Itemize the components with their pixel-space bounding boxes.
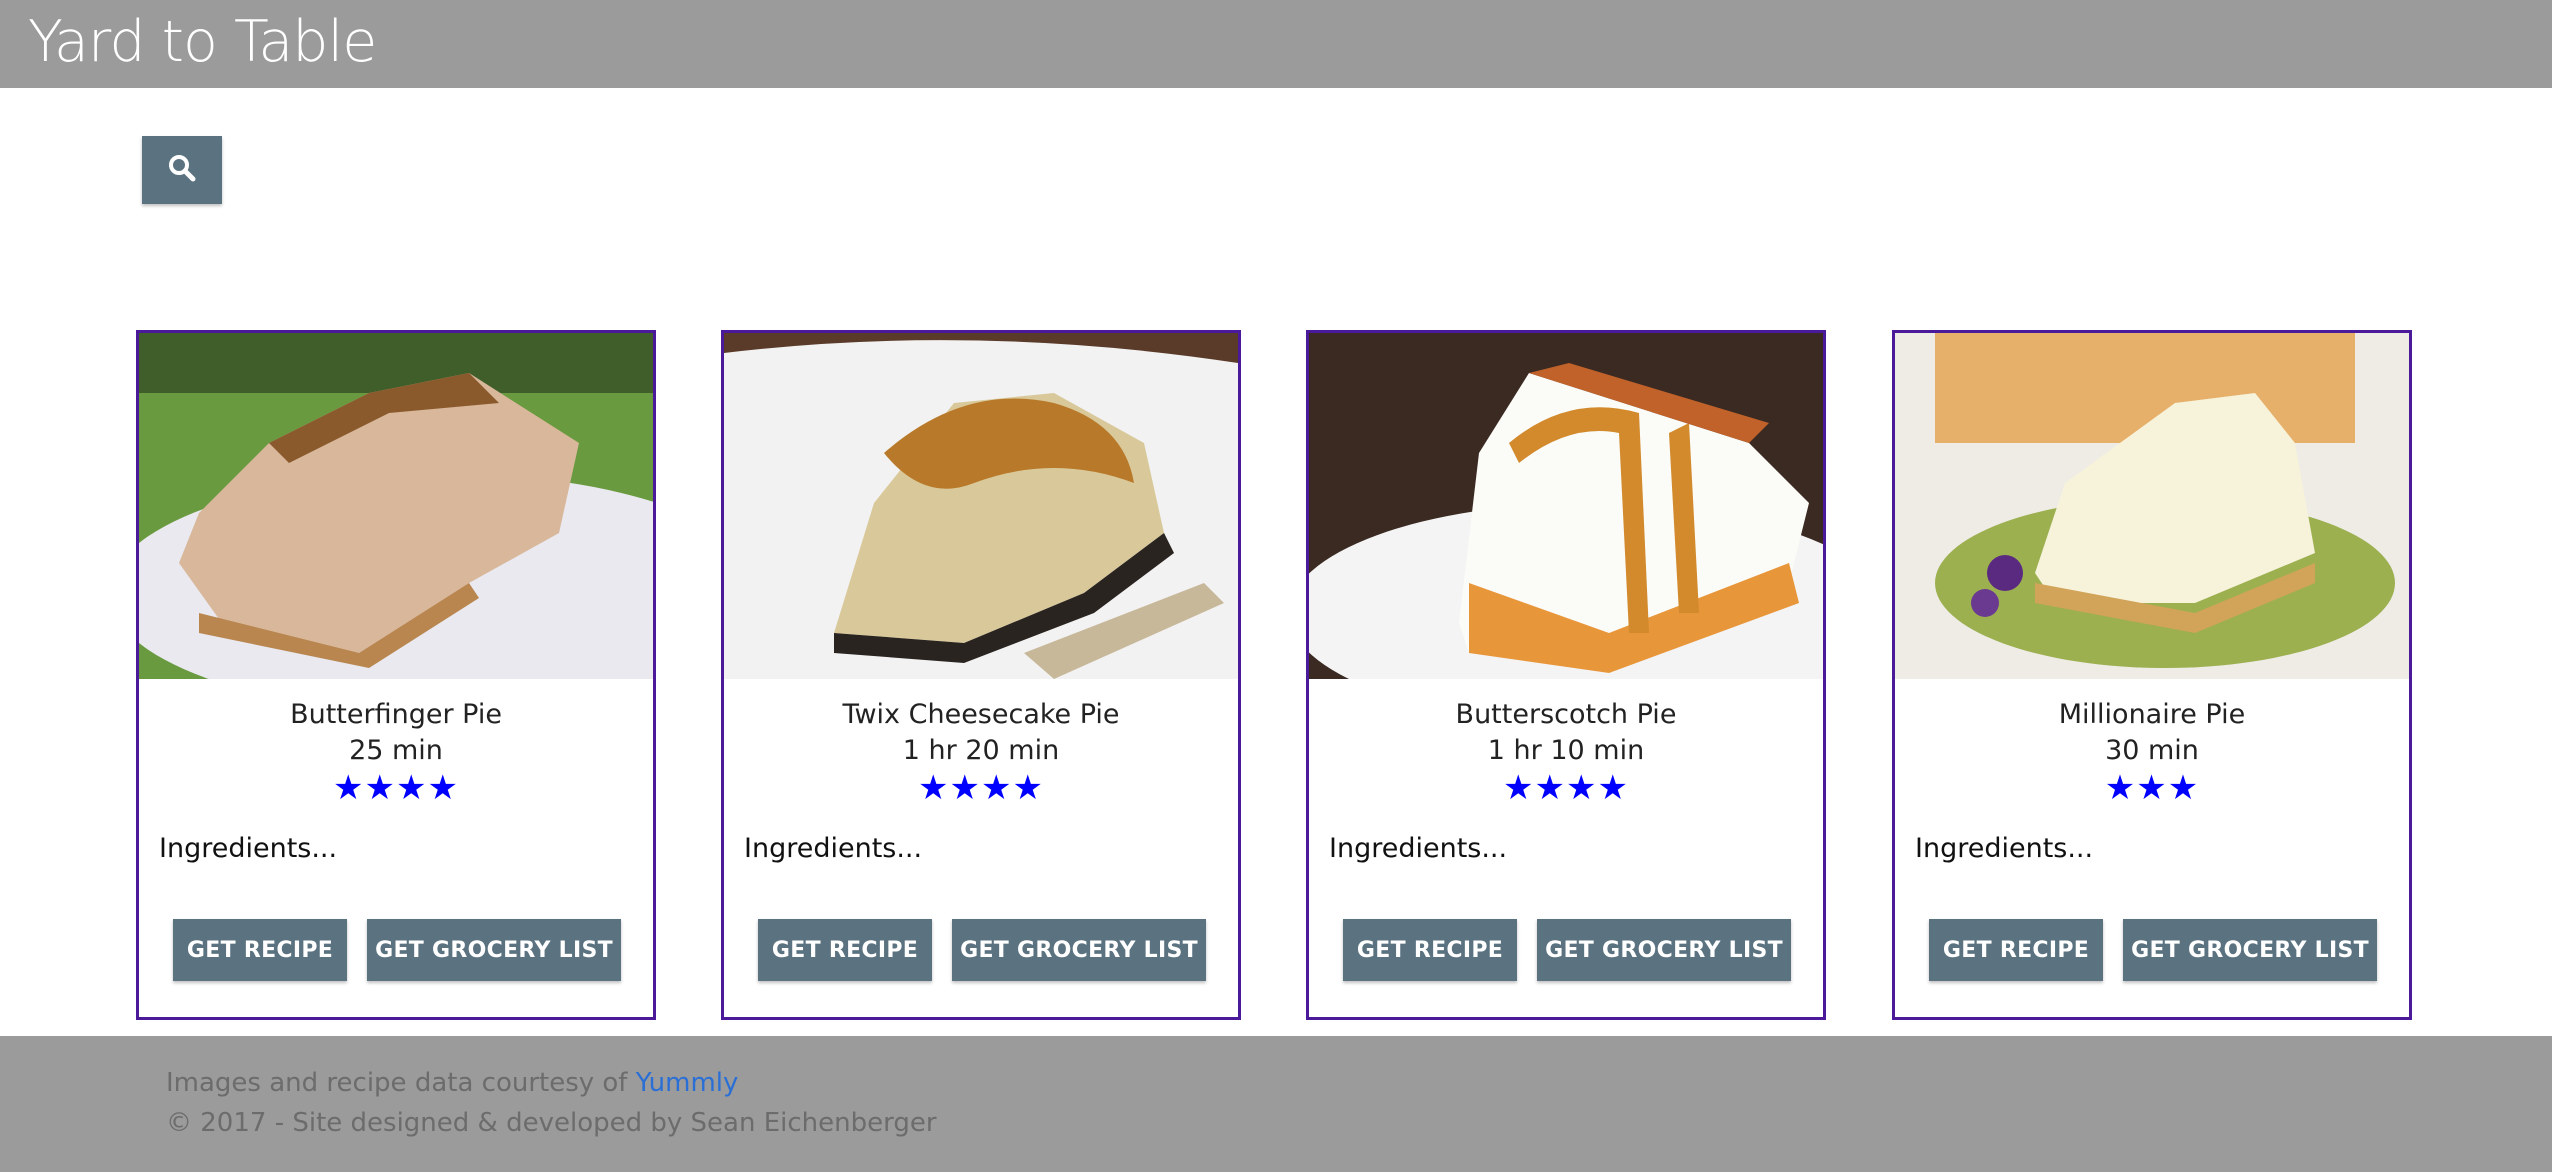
rating-stars: ★★★★ [1503, 769, 1629, 807]
ingredients-text: Ingredients... [1915, 833, 2094, 864]
get-grocery-list-button[interactable]: GET GROCERY LIST [2123, 919, 2377, 981]
ingredients-text: Ingredients... [1329, 833, 1508, 864]
recipe-card: Millionaire Pie 30 min ★★★ Ingredients..… [1892, 330, 2412, 1020]
recipe-name: Butterfinger Pie [290, 699, 502, 730]
recipe-image[interactable] [1309, 333, 1823, 679]
footer-credit: Images and recipe data courtesy of Yumml… [166, 1068, 738, 1098]
recipe-name: Twix Cheesecake Pie [842, 699, 1120, 730]
recipe-card: Twix Cheesecake Pie 1 hr 20 min ★★★★ Ing… [721, 330, 1241, 1020]
footer-copyright: © 2017 - Site designed & developed by Se… [166, 1108, 937, 1138]
recipe-image[interactable] [1895, 333, 2409, 679]
rating-stars: ★★★★ [333, 769, 459, 807]
site-footer: Images and recipe data courtesy of Yumml… [0, 1036, 2552, 1172]
footer-credit-text: Images and recipe data courtesy of [166, 1068, 636, 1098]
recipe-name: Butterscotch Pie [1455, 699, 1677, 730]
site-header: Yard to Table [0, 0, 2552, 88]
recipe-time: 25 min [349, 735, 443, 766]
get-recipe-button[interactable]: GET RECIPE [758, 919, 932, 981]
recipe-card: Butterfinger Pie 25 min ★★★★ Ingredients… [136, 330, 656, 1020]
recipe-name: Millionaire Pie [2058, 699, 2246, 730]
search-button[interactable] [142, 136, 222, 204]
recipe-time: 1 hr 20 min [902, 735, 1060, 766]
recipe-time: 30 min [2105, 735, 2199, 766]
get-grocery-list-button[interactable]: GET GROCERY LIST [1537, 919, 1791, 981]
recipe-time: 1 hr 10 min [1487, 735, 1645, 766]
get-recipe-button[interactable]: GET RECIPE [173, 919, 347, 981]
site-title[interactable]: Yard to Table [28, 2, 377, 82]
ingredients-text: Ingredients... [159, 833, 338, 864]
recipe-image[interactable] [139, 333, 653, 679]
rating-stars: ★★★ [2104, 769, 2200, 807]
rating-stars: ★★★★ [918, 769, 1044, 807]
yummly-link[interactable]: Yummly [636, 1068, 739, 1098]
recipe-image[interactable] [724, 333, 1238, 679]
get-grocery-list-button[interactable]: GET GROCERY LIST [367, 919, 621, 981]
search-icon [167, 153, 197, 188]
recipe-card: Butterscotch Pie 1 hr 10 min ★★★★ Ingred… [1306, 330, 1826, 1020]
ingredients-text: Ingredients... [744, 833, 923, 864]
get-grocery-list-button[interactable]: GET GROCERY LIST [952, 919, 1206, 981]
get-recipe-button[interactable]: GET RECIPE [1343, 919, 1517, 981]
get-recipe-button[interactable]: GET RECIPE [1929, 919, 2103, 981]
